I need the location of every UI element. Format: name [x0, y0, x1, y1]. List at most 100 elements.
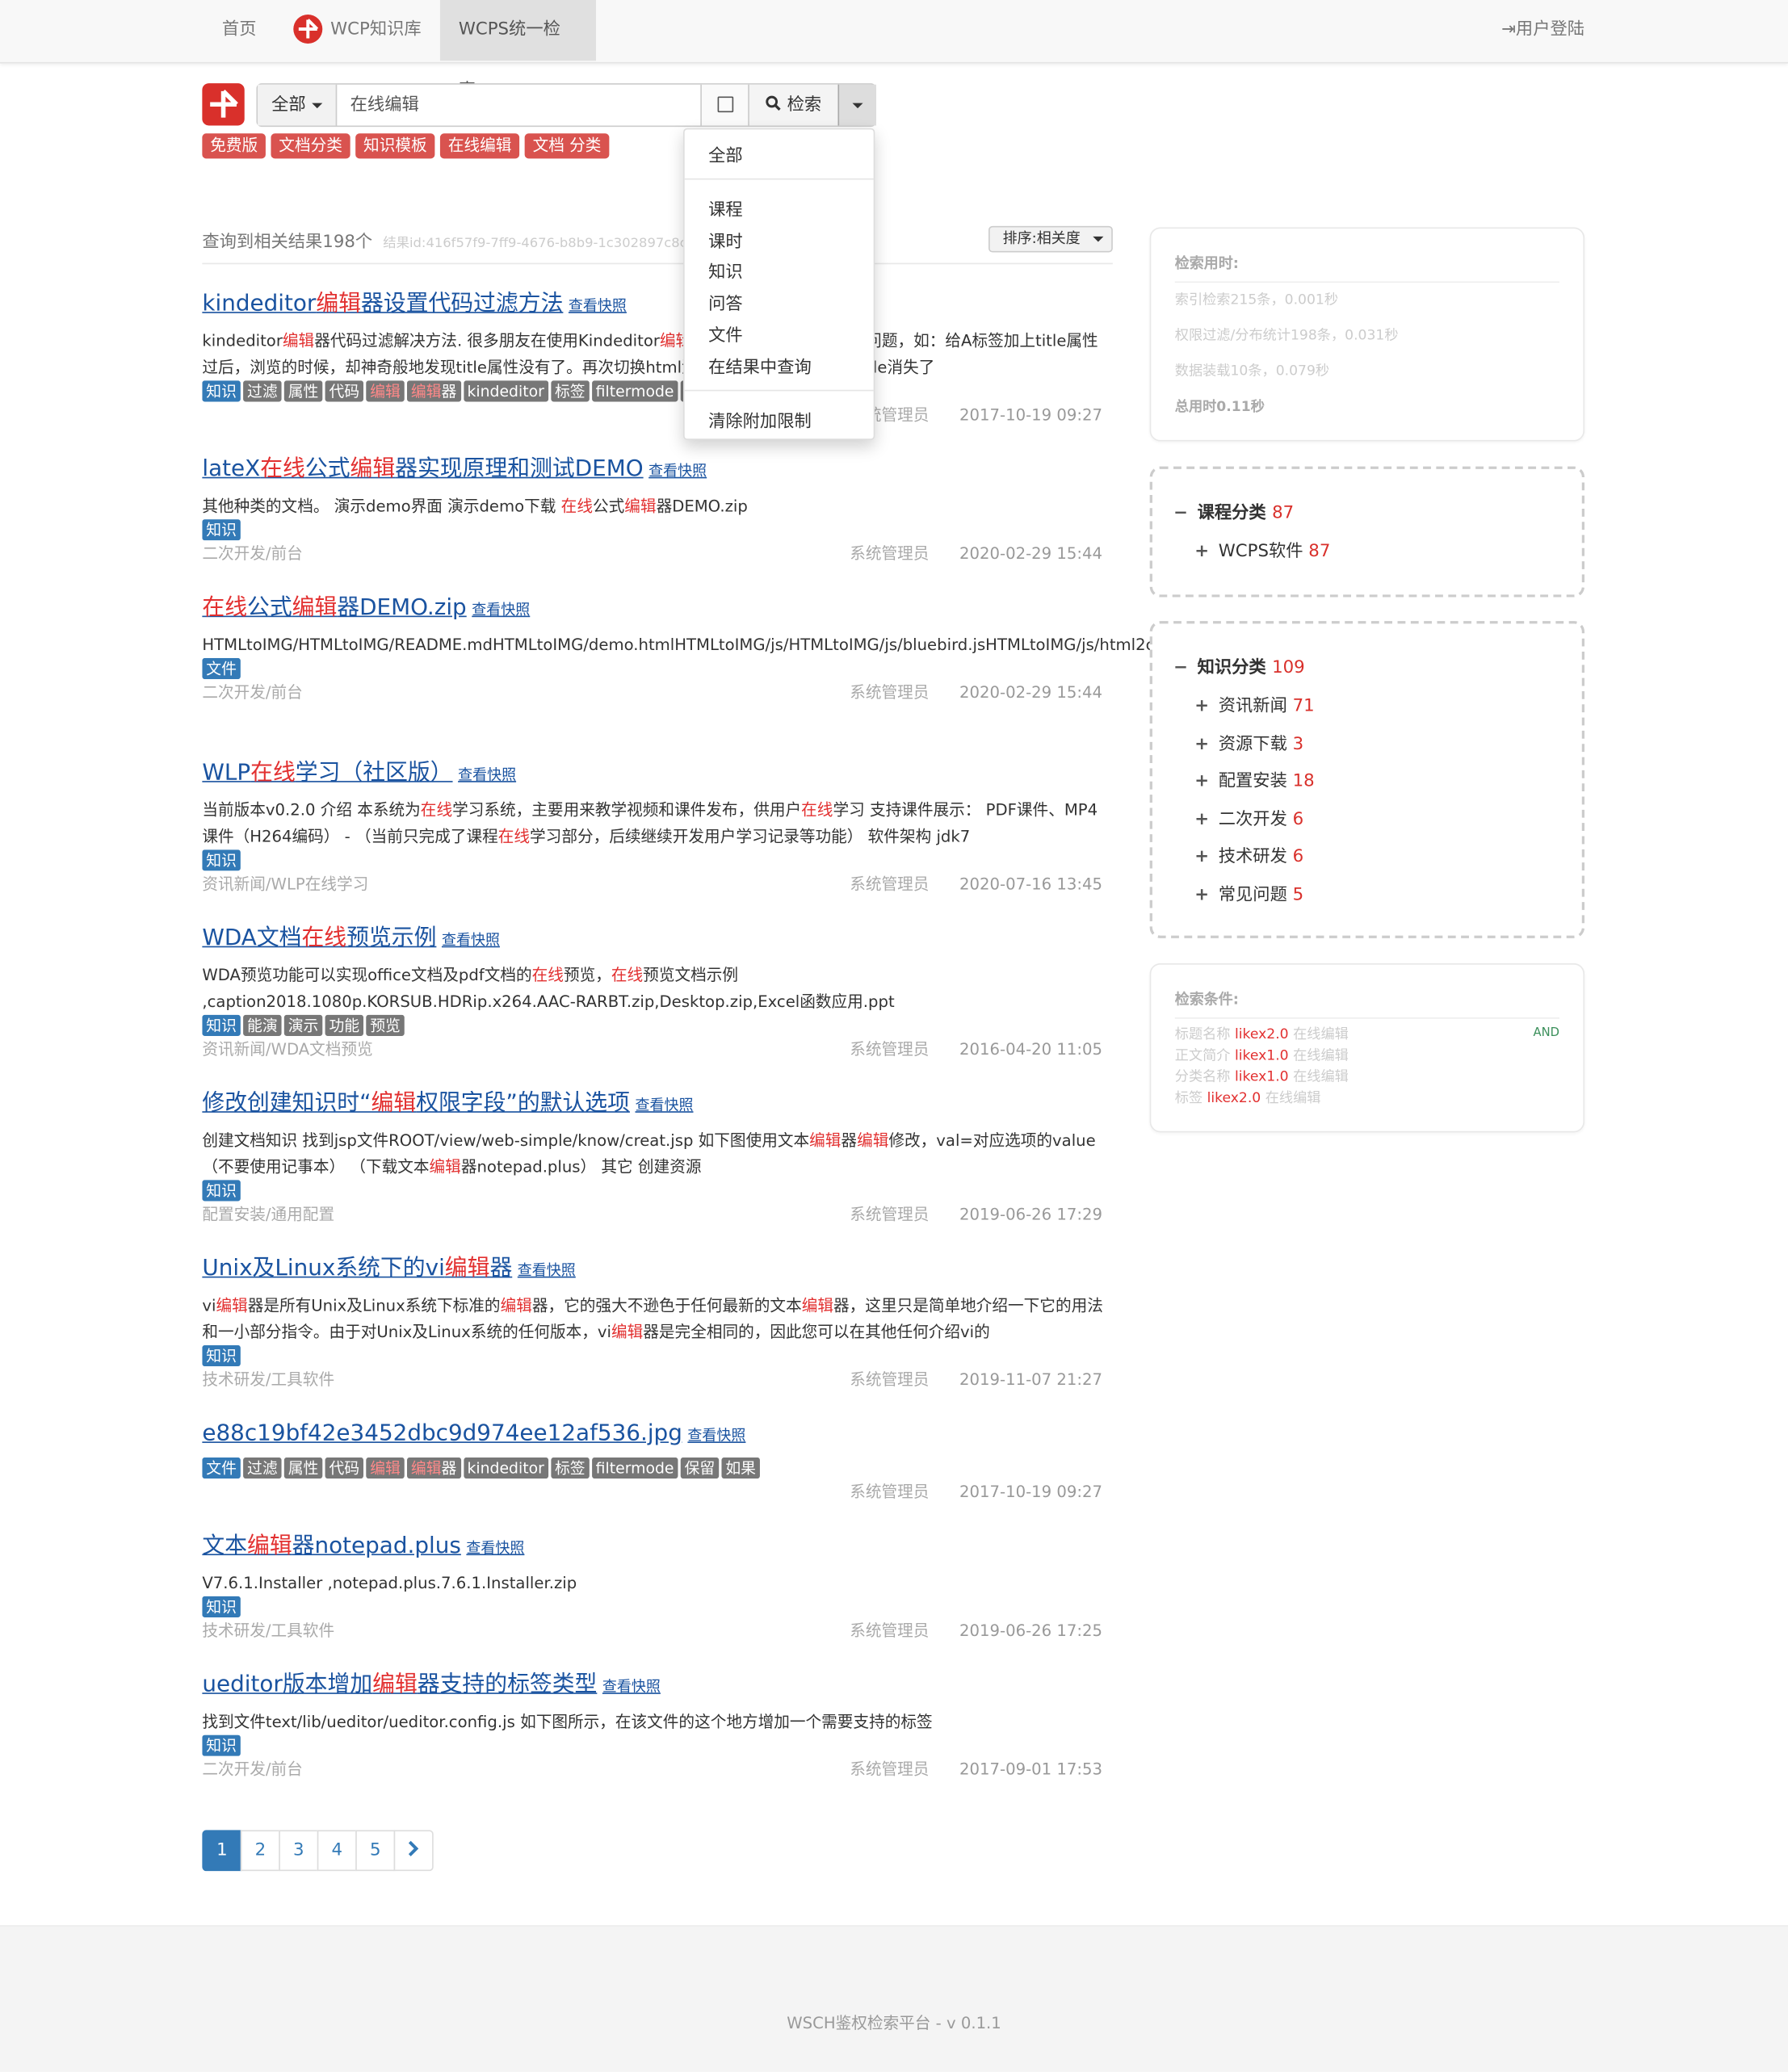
quick-tag[interactable]: 在线编辑 [439, 133, 520, 159]
tag-chip[interactable]: 属性 [283, 1457, 323, 1479]
expand-icon[interactable]: + [1194, 726, 1218, 764]
tag-chip[interactable]: 标签 [551, 380, 590, 402]
menu-item-file[interactable]: 文件 [708, 321, 743, 346]
scope-select[interactable]: 全部 [258, 84, 338, 126]
menu-item-all[interactable]: 全部 [708, 141, 743, 167]
tag-chip[interactable]: 演示 [283, 1014, 323, 1036]
result-title-link[interactable]: e88c19bf42e3452dbc9d974ee12af536.jpg 查看快照 [202, 1418, 1112, 1449]
result-title-link[interactable]: Unix及Linux系统下的vi编辑器 查看快照 [202, 1252, 1112, 1284]
tag-chip[interactable]: filtermode [591, 380, 678, 402]
snapshot-link[interactable]: 查看快照 [569, 297, 627, 314]
tag-chip[interactable]: 属性 [283, 380, 323, 402]
tag-chip[interactable]: 功能 [325, 1014, 364, 1036]
search-checkbox[interactable] [700, 84, 749, 126]
search-input[interactable]: 在线编辑 [337, 85, 700, 126]
collapse-icon[interactable]: − [1173, 503, 1197, 523]
snapshot-link[interactable]: 查看快照 [458, 766, 516, 783]
tag-chip[interactable]: filtermode [591, 1457, 678, 1479]
tag-chip[interactable]: 如果 [721, 1457, 760, 1479]
tag-chip[interactable]: 文件 [202, 657, 241, 680]
tag-chip[interactable]: 知识 [202, 1344, 241, 1367]
page-3[interactable]: 3 [279, 1830, 319, 1872]
snapshot-link[interactable]: 查看快照 [687, 1427, 745, 1444]
nav-wcps[interactable]: WCPS统一检索 [439, 0, 597, 100]
snapshot-link[interactable]: 查看快照 [635, 1097, 693, 1114]
result-title-link[interactable]: 在线公式编辑器DEMO.zip 查看快照 [202, 592, 1112, 623]
next-page-button[interactable] [393, 1830, 434, 1872]
category-item[interactable]: + WCPS软件 87 [1173, 534, 1560, 572]
category-item[interactable]: + 配置安装 18 [1173, 764, 1560, 802]
quick-tag[interactable]: 文档分类 [271, 133, 350, 159]
expand-icon[interactable]: + [1194, 534, 1218, 572]
tag-chip[interactable]: 预览 [366, 1014, 405, 1036]
expand-icon[interactable]: + [1194, 839, 1218, 877]
category-item[interactable]: + 二次开发 6 [1173, 801, 1560, 839]
tag-chip[interactable]: 知识 [202, 519, 241, 541]
result-title-link[interactable]: ueditor版本增加编辑器支持的标签类型 查看快照 [202, 1669, 1112, 1701]
tag-chip[interactable]: 知识 [202, 1180, 241, 1202]
quick-tag[interactable]: 免费版 [202, 133, 266, 159]
search-button[interactable]: 检索 [748, 84, 838, 126]
tag-chip[interactable]: 编辑器 [407, 1457, 461, 1479]
menu-item-qa[interactable]: 问答 [708, 289, 743, 315]
tag-chip[interactable]: 代码 [325, 1457, 364, 1479]
snapshot-link[interactable]: 查看快照 [602, 1678, 661, 1695]
menu-item-knowledge[interactable]: 知识 [708, 258, 743, 283]
expand-icon[interactable]: + [1194, 689, 1218, 727]
snapshot-link[interactable]: 查看快照 [518, 1262, 576, 1279]
snapshot-link[interactable]: 查看快照 [648, 463, 707, 480]
menu-item-search-in-results[interactable]: 在结果中查询 [708, 353, 812, 378]
page-2[interactable]: 2 [240, 1830, 280, 1872]
quick-tag[interactable]: 文档 分类 [524, 133, 610, 159]
course-category-head[interactable]: − 课程分类 87 [1173, 498, 1560, 523]
category-item[interactable]: + 资源下载 3 [1173, 726, 1560, 764]
result-title-link[interactable]: lateX在线公式编辑器实现原理和测试DEMO 查看快照 [202, 453, 1112, 484]
expand-icon[interactable]: + [1194, 764, 1218, 802]
sort-button[interactable]: 排序:相关度 [988, 225, 1113, 253]
tag-chip[interactable]: kindeditor [463, 1457, 548, 1479]
tag-chip[interactable]: kindeditor [463, 380, 548, 402]
tag-chip[interactable]: 文件 [202, 1457, 241, 1479]
login-link[interactable]: ⇥用户登陆 [1501, 0, 1584, 61]
quick-tag[interactable]: 知识模板 [355, 133, 435, 159]
nav-wcp[interactable]: WCP知识库 [275, 0, 439, 61]
result-title-link[interactable]: 文本编辑器notepad.plus 查看快照 [202, 1530, 1112, 1562]
tag-chip[interactable]: 过滤 [243, 380, 282, 402]
expand-icon[interactable]: + [1194, 801, 1218, 839]
result-title-link[interactable]: WDA文档在线预览示例 查看快照 [202, 922, 1112, 954]
tag-chip[interactable]: 编辑器 [407, 380, 461, 402]
search-options-toggle[interactable] [837, 84, 876, 126]
collapse-icon[interactable]: − [1173, 658, 1197, 678]
category-item[interactable]: + 常见问题 5 [1173, 877, 1560, 915]
expand-icon[interactable]: + [1194, 877, 1218, 915]
snapshot-link[interactable]: 查看快照 [442, 932, 500, 949]
knowledge-category-head[interactable]: − 知识分类 109 [1173, 652, 1560, 678]
result-title-link[interactable]: WLP在线学习（社区版） 查看快照 [202, 757, 1112, 789]
result-title-link[interactable]: kindeditor编辑器设置代码过滤方法 查看快照 [202, 288, 1112, 320]
menu-item-course[interactable]: 课程 [708, 195, 743, 221]
tag-chip[interactable]: 过滤 [243, 1457, 282, 1479]
tag-chip[interactable]: 代码 [325, 380, 364, 402]
category-item[interactable]: + 资讯新闻 71 [1173, 689, 1560, 727]
snapshot-link[interactable]: 查看快照 [472, 602, 530, 619]
tag-chip[interactable]: 保留 [680, 1457, 720, 1479]
tag-chip[interactable]: 能演 [243, 1014, 282, 1036]
tag-chip[interactable]: 知识 [202, 380, 241, 402]
category-item[interactable]: + 技术研发 6 [1173, 839, 1560, 877]
tag-chip[interactable]: 知识 [202, 1014, 241, 1036]
menu-item-clear-limits[interactable]: 清除附加限制 [708, 407, 812, 433]
tag-chip[interactable]: 知识 [202, 1596, 241, 1617]
result-title-link[interactable]: 修改创建知识时“编辑权限字段”的默认选项 查看快照 [202, 1088, 1112, 1119]
tag-chip[interactable]: 标签 [551, 1457, 590, 1479]
page-4[interactable]: 4 [317, 1830, 357, 1872]
menu-item-lesson[interactable]: 课时 [708, 227, 743, 253]
tag-chip[interactable]: 编辑 [366, 380, 405, 402]
page-1[interactable]: 1 [202, 1830, 242, 1872]
nav-home[interactable]: 首页 [204, 0, 275, 61]
snapshot-link[interactable]: 查看快照 [466, 1539, 524, 1556]
page-5[interactable]: 5 [355, 1830, 396, 1872]
tag-chip[interactable]: 编辑 [366, 1457, 405, 1479]
tag-chip[interactable]: 知识 [202, 849, 241, 871]
search-group: 全部 在线编辑 检索 [256, 83, 876, 128]
tag-chip[interactable]: 知识 [202, 1734, 241, 1756]
